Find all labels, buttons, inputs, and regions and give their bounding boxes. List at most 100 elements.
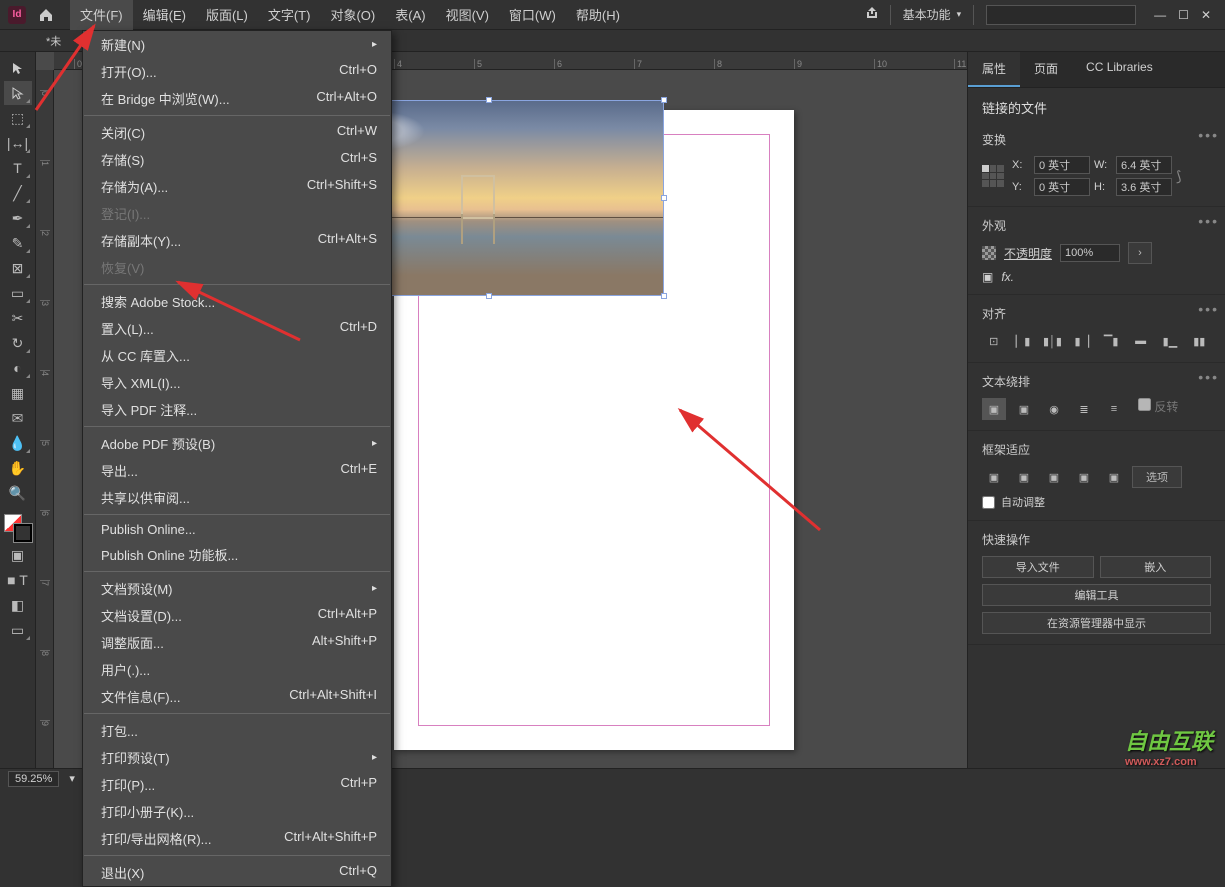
workspace-switcher[interactable]: 基本功能 ▾ — [890, 5, 975, 25]
fill-stroke-swatches[interactable] — [4, 514, 32, 542]
opacity-input[interactable] — [1060, 244, 1120, 262]
distribute-icon[interactable]: ▮▮ — [1188, 330, 1211, 352]
zoom-tool[interactable]: 🔍 — [4, 481, 32, 505]
default-fill-stroke-icon[interactable]: ◧ — [4, 593, 32, 617]
wrap-bbox-icon[interactable]: ▣ — [1012, 398, 1036, 420]
selection-tool[interactable] — [4, 56, 32, 80]
menu-帮助[interactable]: 帮助(H) — [566, 0, 630, 30]
opacity-dropdown-icon[interactable]: › — [1128, 242, 1152, 264]
h-input[interactable] — [1116, 178, 1172, 196]
menu-item[interactable]: 调整版面...Alt+Shift+P — [83, 629, 391, 656]
fitting-options-button[interactable]: 选项 — [1132, 466, 1182, 488]
align-hcenter-icon[interactable]: ▮│▮ — [1041, 330, 1064, 352]
fit-fill-icon[interactable]: ▣ — [982, 466, 1006, 488]
fit-prop-icon[interactable]: ▣ — [1012, 466, 1036, 488]
edit-tool-button[interactable]: 编辑工具 — [982, 584, 1211, 606]
menu-item[interactable]: 存储为(A)...Ctrl+Shift+S — [83, 173, 391, 200]
menu-item[interactable]: 存储(S)Ctrl+S — [83, 146, 391, 173]
align-vcenter-icon[interactable]: ▬ — [1129, 330, 1152, 352]
embed-button[interactable]: 嵌入 — [1100, 556, 1212, 578]
home-icon[interactable] — [36, 5, 56, 25]
reveal-in-explorer-button[interactable]: 在资源管理器中显示 — [982, 612, 1211, 634]
tab-cc-libraries[interactable]: CC Libraries — [1072, 52, 1167, 87]
zoom-dropdown-icon[interactable]: ▾ — [69, 772, 75, 785]
auto-fit-checkbox[interactable] — [982, 496, 995, 509]
x-input[interactable] — [1034, 156, 1090, 174]
menu-item[interactable]: 新建(N) — [83, 31, 391, 58]
menu-item[interactable]: 打开(O)...Ctrl+O — [83, 58, 391, 85]
menu-item[interactable]: 搜索 Adobe Stock... — [83, 288, 391, 315]
menu-对象[interactable]: 对象(O) — [320, 0, 385, 30]
hand-tool[interactable]: ✋ — [4, 456, 32, 480]
more-options-icon[interactable]: ••• — [1198, 213, 1219, 229]
zoom-level[interactable]: 59.25% — [8, 771, 59, 787]
rectangle-tool[interactable]: ▭ — [4, 281, 32, 305]
direct-selection-tool[interactable] — [4, 81, 32, 105]
menu-item[interactable]: 退出(X)Ctrl+Q — [83, 859, 391, 886]
menu-视图[interactable]: 视图(V) — [436, 0, 499, 30]
menu-item[interactable]: 文档设置(D)...Ctrl+Alt+P — [83, 602, 391, 629]
menu-item[interactable]: 打包... — [83, 717, 391, 744]
align-top-icon[interactable]: ▔▮ — [1100, 330, 1123, 352]
reference-point-widget[interactable] — [982, 165, 1004, 187]
wrap-shape-icon[interactable]: ◉ — [1042, 398, 1066, 420]
menu-item[interactable]: Publish Online... — [83, 518, 391, 541]
menu-item[interactable]: 文件信息(F)...Ctrl+Alt+Shift+I — [83, 683, 391, 710]
eyedropper-tool[interactable]: 💧 — [4, 431, 32, 455]
menu-item[interactable]: 导入 PDF 注释... — [83, 396, 391, 423]
maximize-icon[interactable]: ☐ — [1178, 8, 1189, 22]
pencil-tool[interactable]: ✎ — [4, 231, 32, 255]
scissors-tool[interactable]: ✂ — [4, 306, 32, 330]
wrap-jump-icon[interactable]: ≣ — [1072, 398, 1096, 420]
gap-tool[interactable]: |↔| — [4, 131, 32, 155]
menu-item[interactable]: 打印预设(T) — [83, 744, 391, 771]
menu-item[interactable]: 打印小册子(K)... — [83, 798, 391, 825]
menu-文字[interactable]: 文字(T) — [258, 0, 321, 30]
align-bottom-icon[interactable]: ▮▁ — [1158, 330, 1181, 352]
share-icon[interactable] — [854, 5, 890, 24]
menu-item[interactable]: 打印/导出网格(R)...Ctrl+Alt+Shift+P — [83, 825, 391, 852]
menu-文件[interactable]: 文件(F) — [70, 0, 133, 30]
menu-item[interactable]: 导入 XML(I)... — [83, 369, 391, 396]
menu-编辑[interactable]: 编辑(E) — [133, 0, 196, 30]
menu-item[interactable]: 打印(P)...Ctrl+P — [83, 771, 391, 798]
menu-item[interactable]: 文档预设(M) — [83, 575, 391, 602]
minimize-icon[interactable]: — — [1154, 8, 1166, 22]
menu-窗口[interactable]: 窗口(W) — [499, 0, 566, 30]
more-options-icon[interactable]: ••• — [1198, 369, 1219, 385]
menu-版面[interactable]: 版面(L) — [196, 0, 258, 30]
menu-item[interactable]: 关闭(C)Ctrl+W — [83, 119, 391, 146]
apply-color-icon[interactable]: ■ T — [4, 568, 32, 592]
menu-item[interactable]: 置入(L)...Ctrl+D — [83, 315, 391, 342]
search-field[interactable] — [986, 5, 1136, 25]
w-input[interactable] — [1116, 156, 1172, 174]
note-tool[interactable]: ✉ — [4, 406, 32, 430]
menu-item[interactable]: 在 Bridge 中浏览(W)...Ctrl+Alt+O — [83, 85, 391, 112]
rectangle-frame-tool[interactable]: ⊠ — [4, 256, 32, 280]
menu-item[interactable]: Adobe PDF 预设(B) — [83, 430, 391, 457]
y-input[interactable] — [1034, 178, 1090, 196]
import-file-button[interactable]: 导入文件 — [982, 556, 1094, 578]
menu-item[interactable]: 共享以供审阅... — [83, 484, 391, 511]
more-options-icon[interactable]: ••• — [1198, 301, 1219, 317]
line-tool[interactable]: ╱ — [4, 181, 32, 205]
align-frame-icon[interactable]: ⊡ — [982, 330, 1005, 352]
fx-label[interactable]: fx. — [1001, 270, 1014, 284]
tab-pages[interactable]: 页面 — [1020, 52, 1072, 87]
pen-tool[interactable]: ✒ — [4, 206, 32, 230]
more-options-icon[interactable]: ••• — [1198, 127, 1219, 143]
close-icon[interactable]: ✕ — [1201, 8, 1211, 22]
constrain-icon[interactable]: ⟆ — [1176, 168, 1196, 185]
menu-表[interactable]: 表(A) — [385, 0, 435, 30]
fit-frame-icon[interactable]: ▣ — [1072, 466, 1096, 488]
type-tool[interactable]: T — [4, 156, 32, 180]
menu-item[interactable]: 用户(.)... — [83, 656, 391, 683]
screen-mode-icon[interactable]: ▭ — [4, 618, 32, 642]
menu-item[interactable]: 存储副本(Y)...Ctrl+Alt+S — [83, 227, 391, 254]
page-tool[interactable]: ⬚ — [4, 106, 32, 130]
gradient-swatch-tool[interactable]: ◐ — [4, 356, 32, 380]
menu-item[interactable]: 导出...Ctrl+E — [83, 457, 391, 484]
tab-properties[interactable]: 属性 — [968, 52, 1020, 87]
fx-target-icon[interactable]: ▣ — [982, 270, 993, 284]
document-page[interactable] — [394, 110, 794, 750]
